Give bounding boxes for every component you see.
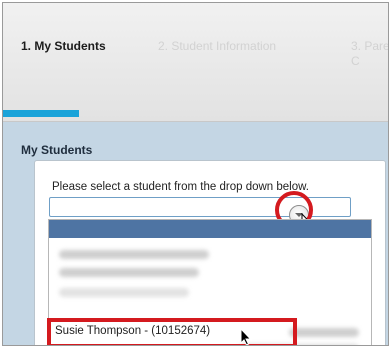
wizard-step-my-students[interactable]: 1. My Students [21, 39, 106, 54]
app-frame: 1. My Students 2. Student Information 3.… [2, 2, 389, 346]
wizard-steps: 1. My Students 2. Student Information 3.… [3, 3, 388, 122]
list-item-blurred[interactable] [59, 268, 199, 277]
list-item-blurred[interactable] [59, 288, 189, 297]
wizard-progress-indicator [3, 110, 79, 117]
mouse-pointer-icon [240, 328, 252, 345]
wizard-step-student-information[interactable]: 2. Student Information [158, 39, 276, 54]
list-item-blurred[interactable] [59, 250, 209, 259]
list-item-blurred[interactable] [289, 328, 359, 337]
wizard-step-parent[interactable]: 3. Parent C [351, 39, 388, 69]
instruction-text: Please select a student from the drop do… [52, 181, 309, 193]
panel-title: My Students [21, 143, 93, 157]
list-highlight-row[interactable] [49, 220, 371, 238]
student-select-card: Please select a student from the drop do… [34, 160, 386, 345]
annotation-highlight-box [47, 318, 297, 345]
my-students-panel: My Students Please select a student from… [3, 122, 388, 345]
